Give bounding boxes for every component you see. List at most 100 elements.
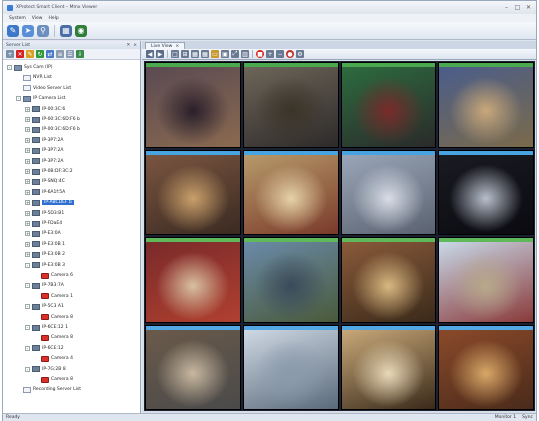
tree-item[interactable]: + IP-5D3:B1: [25, 210, 64, 217]
tree-item[interactable]: - Sys Cam (IP): [7, 64, 53, 71]
collapse-icon[interactable]: -: [25, 366, 30, 372]
tree-item[interactable]: - IP-7G:2B 8: [25, 366, 66, 373]
tree-item[interactable]: - IP Camera List: [16, 95, 65, 102]
camera-tile[interactable]: [340, 149, 437, 235]
tree-item[interactable]: Video Server List: [16, 85, 71, 92]
connect-icon[interactable]: ⇄: [46, 50, 54, 58]
tree-item[interactable]: + IP-FDaE4: [25, 220, 62, 227]
arrow-icon[interactable]: ➤: [22, 24, 34, 37]
expand-icon[interactable]: +: [25, 241, 30, 247]
expand-icon[interactable]: +: [25, 169, 30, 174]
tree-item[interactable]: Camera 1: [34, 293, 73, 300]
collapse-icon[interactable]: -: [25, 304, 30, 310]
close-panel-icon[interactable]: ×: [133, 43, 137, 48]
layout-4-icon[interactable]: ⊞: [181, 50, 189, 58]
camera-tile[interactable]: [145, 62, 241, 148]
tree-item[interactable]: NVR List: [16, 74, 52, 81]
search-icon[interactable]: ⚲: [37, 24, 49, 37]
tree-item[interactable]: Camera 6: [34, 272, 73, 279]
folder-icon[interactable]: ▭: [211, 50, 219, 58]
tree-item[interactable]: + IP-3P7:2A: [25, 137, 63, 144]
camera-tile[interactable]: [242, 62, 339, 148]
tree-item[interactable]: + IP-0B:DF:3C:2: [25, 168, 73, 175]
tree-item[interactable]: + IP-ABCDEF b: [25, 199, 74, 206]
camera-tile[interactable]: [242, 149, 339, 235]
camera-tile[interactable]: [340, 62, 437, 148]
expand-icon[interactable]: +: [25, 127, 30, 133]
expand-icon[interactable]: +: [25, 137, 30, 143]
expand-icon[interactable]: +: [25, 106, 30, 112]
camera-tile[interactable]: [438, 149, 534, 235]
tree-item[interactable]: Camera 8: [34, 314, 73, 321]
expand-icon[interactable]: +: [25, 148, 30, 154]
layout-9-icon[interactable]: ▦: [191, 50, 199, 58]
snapshot-icon[interactable]: ▣: [221, 50, 229, 58]
expand-icon[interactable]: +: [25, 158, 30, 164]
add-icon[interactable]: +: [6, 50, 14, 58]
expand-icon[interactable]: +: [25, 231, 30, 237]
tree-item[interactable]: Recording Server List: [16, 386, 81, 393]
tree-item[interactable]: + IP-6A1f:5A: [25, 189, 65, 196]
collapse-icon[interactable]: -: [25, 283, 30, 289]
minimize-button[interactable]: –: [503, 4, 510, 11]
camera-tile[interactable]: [145, 149, 241, 235]
edit-icon[interactable]: ✎: [7, 24, 19, 37]
camera-tile[interactable]: [242, 324, 339, 410]
tree-item[interactable]: + IP-00:3C:6D:F6 b: [25, 116, 80, 123]
zoom-out-icon[interactable]: −: [276, 50, 284, 58]
expand-icon[interactable]: +: [25, 117, 30, 122]
menu-view[interactable]: View: [32, 16, 43, 21]
forward-icon[interactable]: ▶: [156, 50, 164, 58]
list-icon[interactable]: ☰: [66, 50, 74, 58]
refresh-icon[interactable]: ↻: [36, 50, 44, 58]
back-icon[interactable]: ◀: [146, 50, 154, 58]
tree-item[interactable]: + IP-3P7:2A: [25, 158, 63, 165]
tree-item[interactable]: + IP-E3:0A: [25, 230, 61, 237]
tree-item[interactable]: + IP-SNQ:4C: [25, 178, 65, 185]
camera-tile[interactable]: [145, 324, 241, 410]
tree-item[interactable]: - IP-5C3 A1: [25, 303, 64, 310]
tree-item[interactable]: Camera 8: [34, 376, 73, 383]
export-icon[interactable]: ⇩: [76, 50, 84, 58]
tree-item[interactable]: - IP-E3:0B 3: [25, 262, 65, 269]
edit-server-icon[interactable]: ✎: [26, 50, 34, 58]
expand-icon[interactable]: +: [25, 200, 30, 206]
collapse-icon[interactable]: -: [25, 345, 30, 351]
tree-item[interactable]: Camera 8: [34, 334, 73, 341]
settings-icon[interactable]: ⚙: [296, 50, 304, 58]
tree-item[interactable]: + IP-00:3C:6D:F6 b: [25, 126, 80, 133]
collapse-icon[interactable]: -: [25, 325, 30, 330]
camera-tile[interactable]: [340, 324, 437, 410]
tree-item[interactable]: - IP-6CE:12: [25, 345, 64, 352]
split-icon[interactable]: ▥: [241, 50, 249, 58]
tab-live-view[interactable]: Live View ×: [145, 42, 186, 49]
camera-tile[interactable]: [438, 237, 534, 323]
layout-1-icon[interactable]: □: [171, 50, 179, 58]
expand-icon[interactable]: +: [25, 221, 30, 226]
tab-close-icon[interactable]: ×: [175, 44, 179, 49]
collapse-icon[interactable]: -: [7, 65, 12, 70]
camera-tile[interactable]: [438, 62, 534, 148]
collapse-icon[interactable]: -: [16, 96, 21, 102]
tree-item[interactable]: + IP-E3:0B 1: [25, 241, 65, 248]
camera-tile[interactable]: [438, 324, 534, 410]
layout-16-icon[interactable]: ▦: [201, 50, 209, 58]
expand-icon[interactable]: +: [25, 210, 30, 216]
zoom-in-icon[interactable]: +: [266, 50, 274, 58]
tree-item[interactable]: - IP-7B3:7A: [25, 282, 64, 289]
camera-icon[interactable]: ◉: [75, 24, 87, 37]
menu-help[interactable]: Help: [48, 16, 58, 21]
stop-icon[interactable]: ■: [256, 50, 264, 58]
maximize-button[interactable]: □: [514, 4, 521, 11]
properties-icon[interactable]: ≡: [56, 50, 64, 58]
expand-icon[interactable]: +: [25, 179, 30, 185]
menu-system[interactable]: System: [9, 16, 26, 21]
pin-icon[interactable]: ✕: [126, 43, 130, 48]
tree-item[interactable]: - IP-6CE:12 1: [25, 324, 68, 331]
tree-item[interactable]: Camera 4: [34, 355, 73, 362]
expand-icon[interactable]: +: [25, 252, 30, 258]
fullscreen-icon[interactable]: ⤢: [231, 50, 239, 58]
camera-tile[interactable]: [242, 237, 339, 323]
expand-icon[interactable]: +: [25, 189, 30, 195]
record-icon[interactable]: ●: [286, 50, 294, 58]
